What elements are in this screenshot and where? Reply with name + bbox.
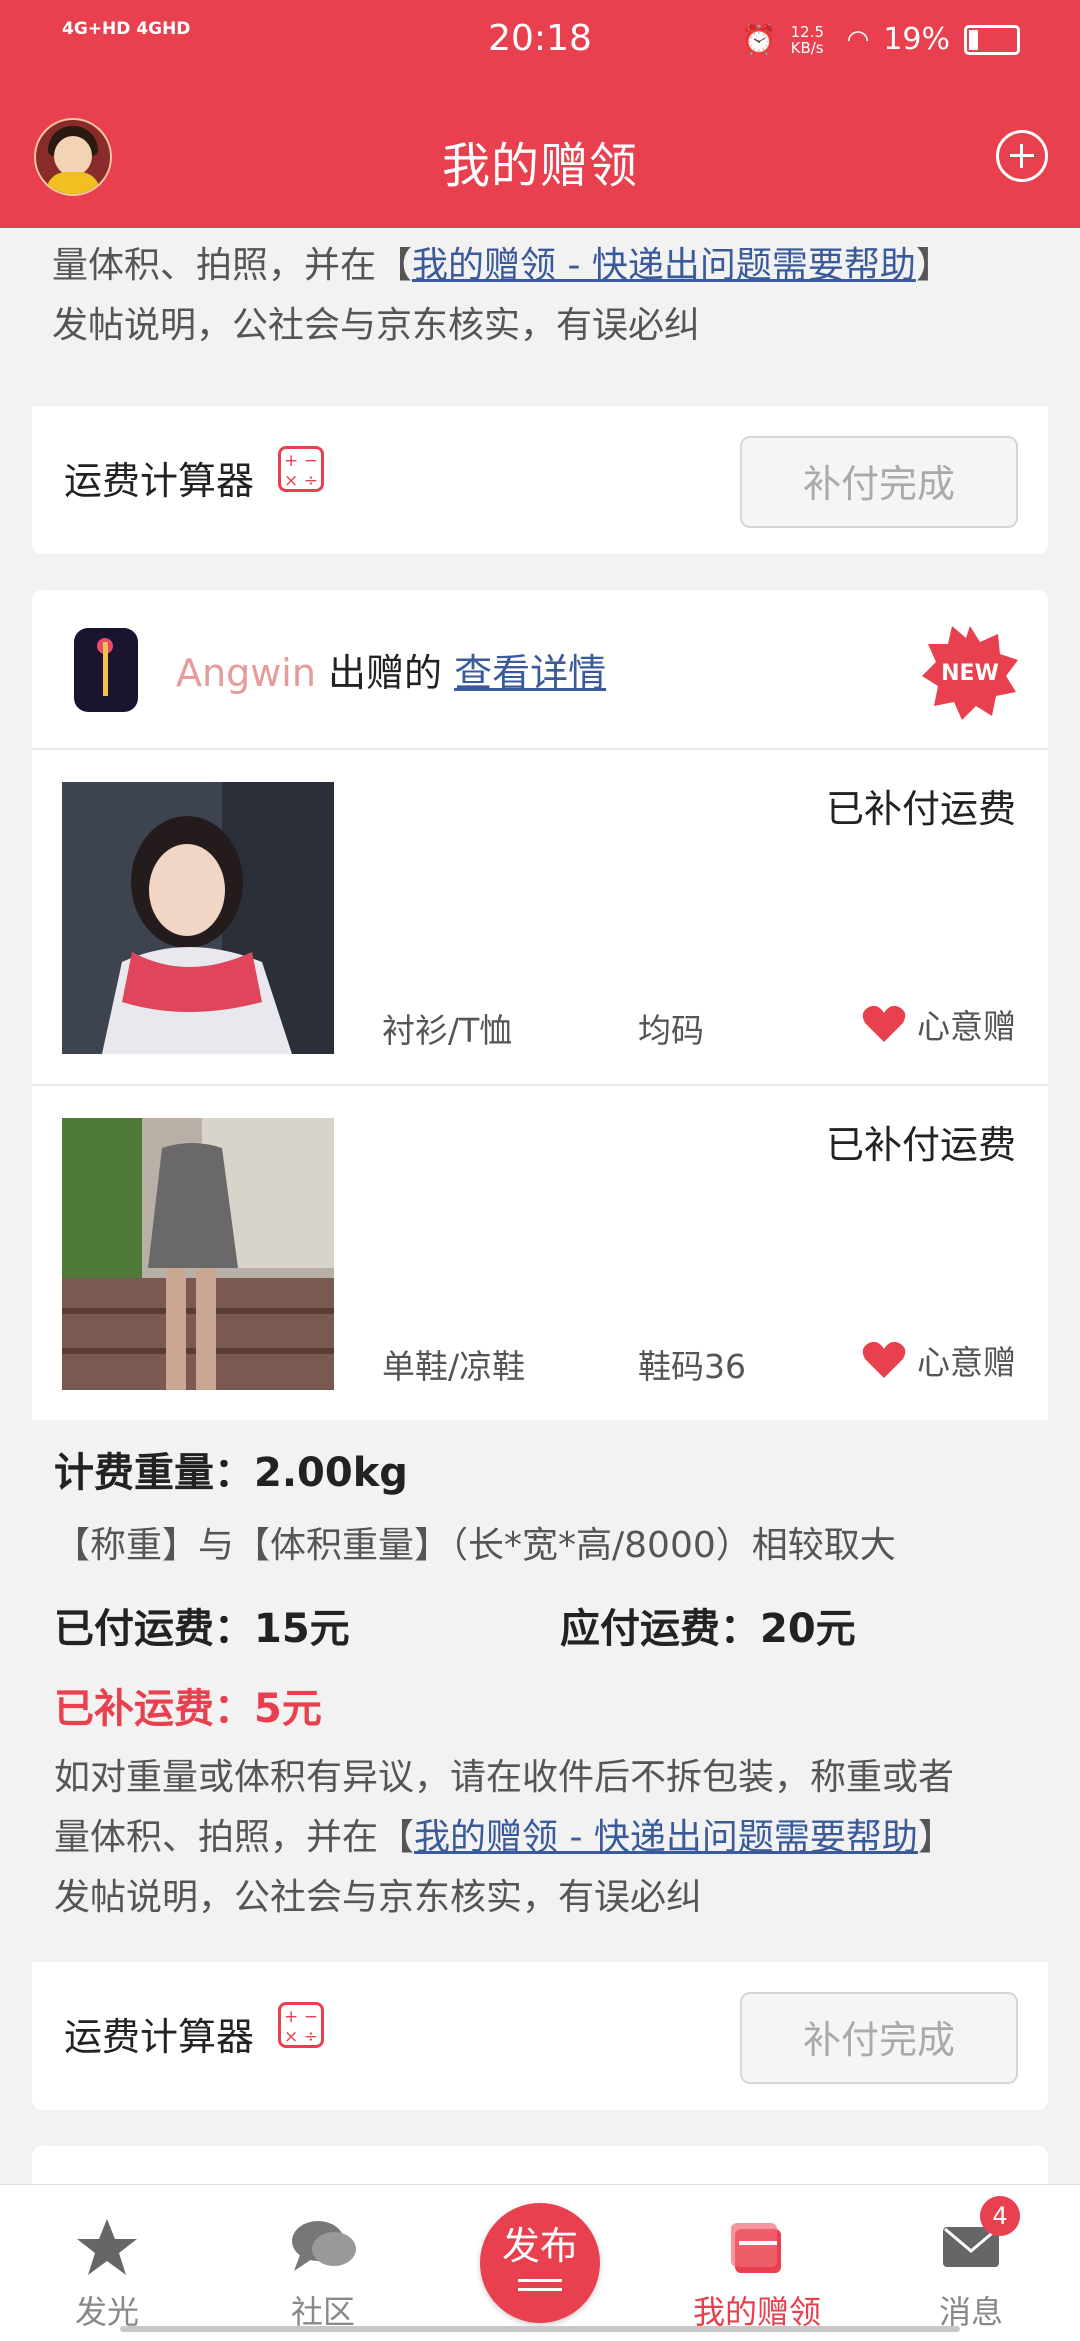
calc-label: 运费计算器 bbox=[64, 2015, 255, 2059]
gift-tag: 心意赠 bbox=[861, 1336, 1016, 1384]
message-count-badge: 4 bbox=[980, 2196, 1020, 2236]
top-navbar: 我的赠领 bbox=[0, 80, 1080, 228]
calc-label: 运费计算器 bbox=[64, 459, 255, 503]
help-link[interactable]: 我的赠领 - 快递出问题需要帮助 bbox=[414, 1817, 918, 1858]
item-status: 已补付运费 bbox=[825, 1123, 1016, 1167]
status-right: ⏰ 12.5 KB/s ◠ 19% bbox=[742, 22, 1020, 57]
tab-messages[interactable]: 消息 bbox=[896, 2215, 1046, 2333]
list-item[interactable]: 已补付运费 单鞋/凉鞋 鞋码36 心意赠 bbox=[32, 1086, 1048, 1420]
giver-name[interactable]: Angwin bbox=[176, 651, 316, 695]
tab-faguang[interactable]: 发光 bbox=[32, 2215, 182, 2333]
calc-row: 运费计算器 + − × ÷ 补付完成 bbox=[32, 1962, 1048, 2110]
status-bar: 4G+HD 4GHD 20:18 ⏰ 12.5 KB/s ◠ 19% bbox=[0, 0, 1080, 80]
weight-rule: 【称重】与【体积重量】（长*宽*高/8000）相较取大 bbox=[54, 1525, 896, 1566]
tab-my-gifts[interactable]: 我的赠领 bbox=[682, 2215, 832, 2333]
new-badge-icon: NEW bbox=[922, 626, 1018, 720]
calculator-icon[interactable]: + − × ÷ bbox=[278, 2002, 324, 2048]
pay-complete-button[interactable]: 补付完成 bbox=[740, 1992, 1018, 2084]
notice-text: 如对重量或体积有异议，请在收件后不拆包装，称重或者 量体积、拍照，并在【我的赠领… bbox=[54, 1757, 955, 1918]
giver-line: Angwin 出赠的 查看详情 bbox=[176, 651, 607, 695]
giver-avatar[interactable] bbox=[74, 628, 138, 712]
chat-icon bbox=[292, 2221, 356, 2271]
battery-icon bbox=[964, 24, 1020, 55]
due-fee: 应付运费：20元 bbox=[560, 1606, 856, 1652]
item-status: 已补付运费 bbox=[825, 787, 1016, 831]
billing-weight: 计费重量：2.00kg bbox=[54, 1450, 408, 1496]
calculator-icon[interactable]: + − × ÷ bbox=[278, 446, 324, 492]
item-photo[interactable] bbox=[62, 782, 334, 1054]
next-card-peek bbox=[32, 2146, 1048, 2186]
heart-icon bbox=[862, 1341, 906, 1378]
battery-level: 19% bbox=[883, 22, 950, 57]
extra-fee: 已补运费：5元 bbox=[54, 1686, 322, 1732]
page-title: 我的赠领 bbox=[441, 138, 638, 194]
wifi-icon: ◠ bbox=[846, 24, 870, 55]
card-header: Angwin 出赠的 查看详情 NEW bbox=[32, 590, 1048, 750]
pay-complete-button[interactable]: 补付完成 bbox=[740, 436, 1018, 528]
tab-community[interactable]: 社区 bbox=[248, 2215, 398, 2333]
add-icon[interactable] bbox=[996, 130, 1048, 182]
alarm-icon: ⏰ bbox=[741, 23, 777, 56]
calc-row-previous: 运费计算器 + − × ÷ 补付完成 bbox=[32, 406, 1048, 554]
item-category: 衬衫/T恤 bbox=[382, 1011, 513, 1050]
bottom-tabbar: 发光 社区 发布 我的赠领 消息 bbox=[0, 2184, 1080, 2341]
gift-tag: 心意赠 bbox=[861, 1000, 1016, 1048]
gift-box-icon bbox=[731, 2223, 781, 2273]
star-icon bbox=[77, 2219, 137, 2275]
list-item[interactable]: 已补付运费 衬衫/T恤 均码 心意赠 bbox=[32, 750, 1048, 1086]
scroll-indicator bbox=[120, 2326, 960, 2332]
publish-button[interactable]: 发布 bbox=[480, 2203, 600, 2323]
fee-details: 计费重量：2.00kg 【称重】与【体积重量】（长*宽*高/8000）相较取大 … bbox=[32, 1420, 1048, 1966]
notice-text: 量体积、拍照，并在【我的赠领 - 快递出问题需要帮助】 发帖说明，公社会与京东核… bbox=[52, 245, 952, 346]
item-size: 均码 bbox=[638, 1011, 704, 1050]
heart-icon bbox=[862, 1005, 906, 1042]
svg-text:NEW: NEW bbox=[941, 661, 999, 686]
net-speed: 12.5 KB/s bbox=[790, 22, 825, 57]
item-size: 鞋码36 bbox=[638, 1347, 746, 1386]
item-photo[interactable] bbox=[62, 1118, 334, 1390]
item-category: 单鞋/凉鞋 bbox=[382, 1347, 526, 1386]
help-link[interactable]: 我的赠领 - 快递出问题需要帮助 bbox=[412, 245, 916, 286]
paid-fee: 已付运费：15元 bbox=[54, 1606, 350, 1652]
previous-card-notice: 量体积、拍照，并在【我的赠领 - 快递出问题需要帮助】 发帖说明，公社会与京东核… bbox=[0, 228, 1080, 404]
view-details-link[interactable]: 查看详情 bbox=[454, 651, 606, 695]
